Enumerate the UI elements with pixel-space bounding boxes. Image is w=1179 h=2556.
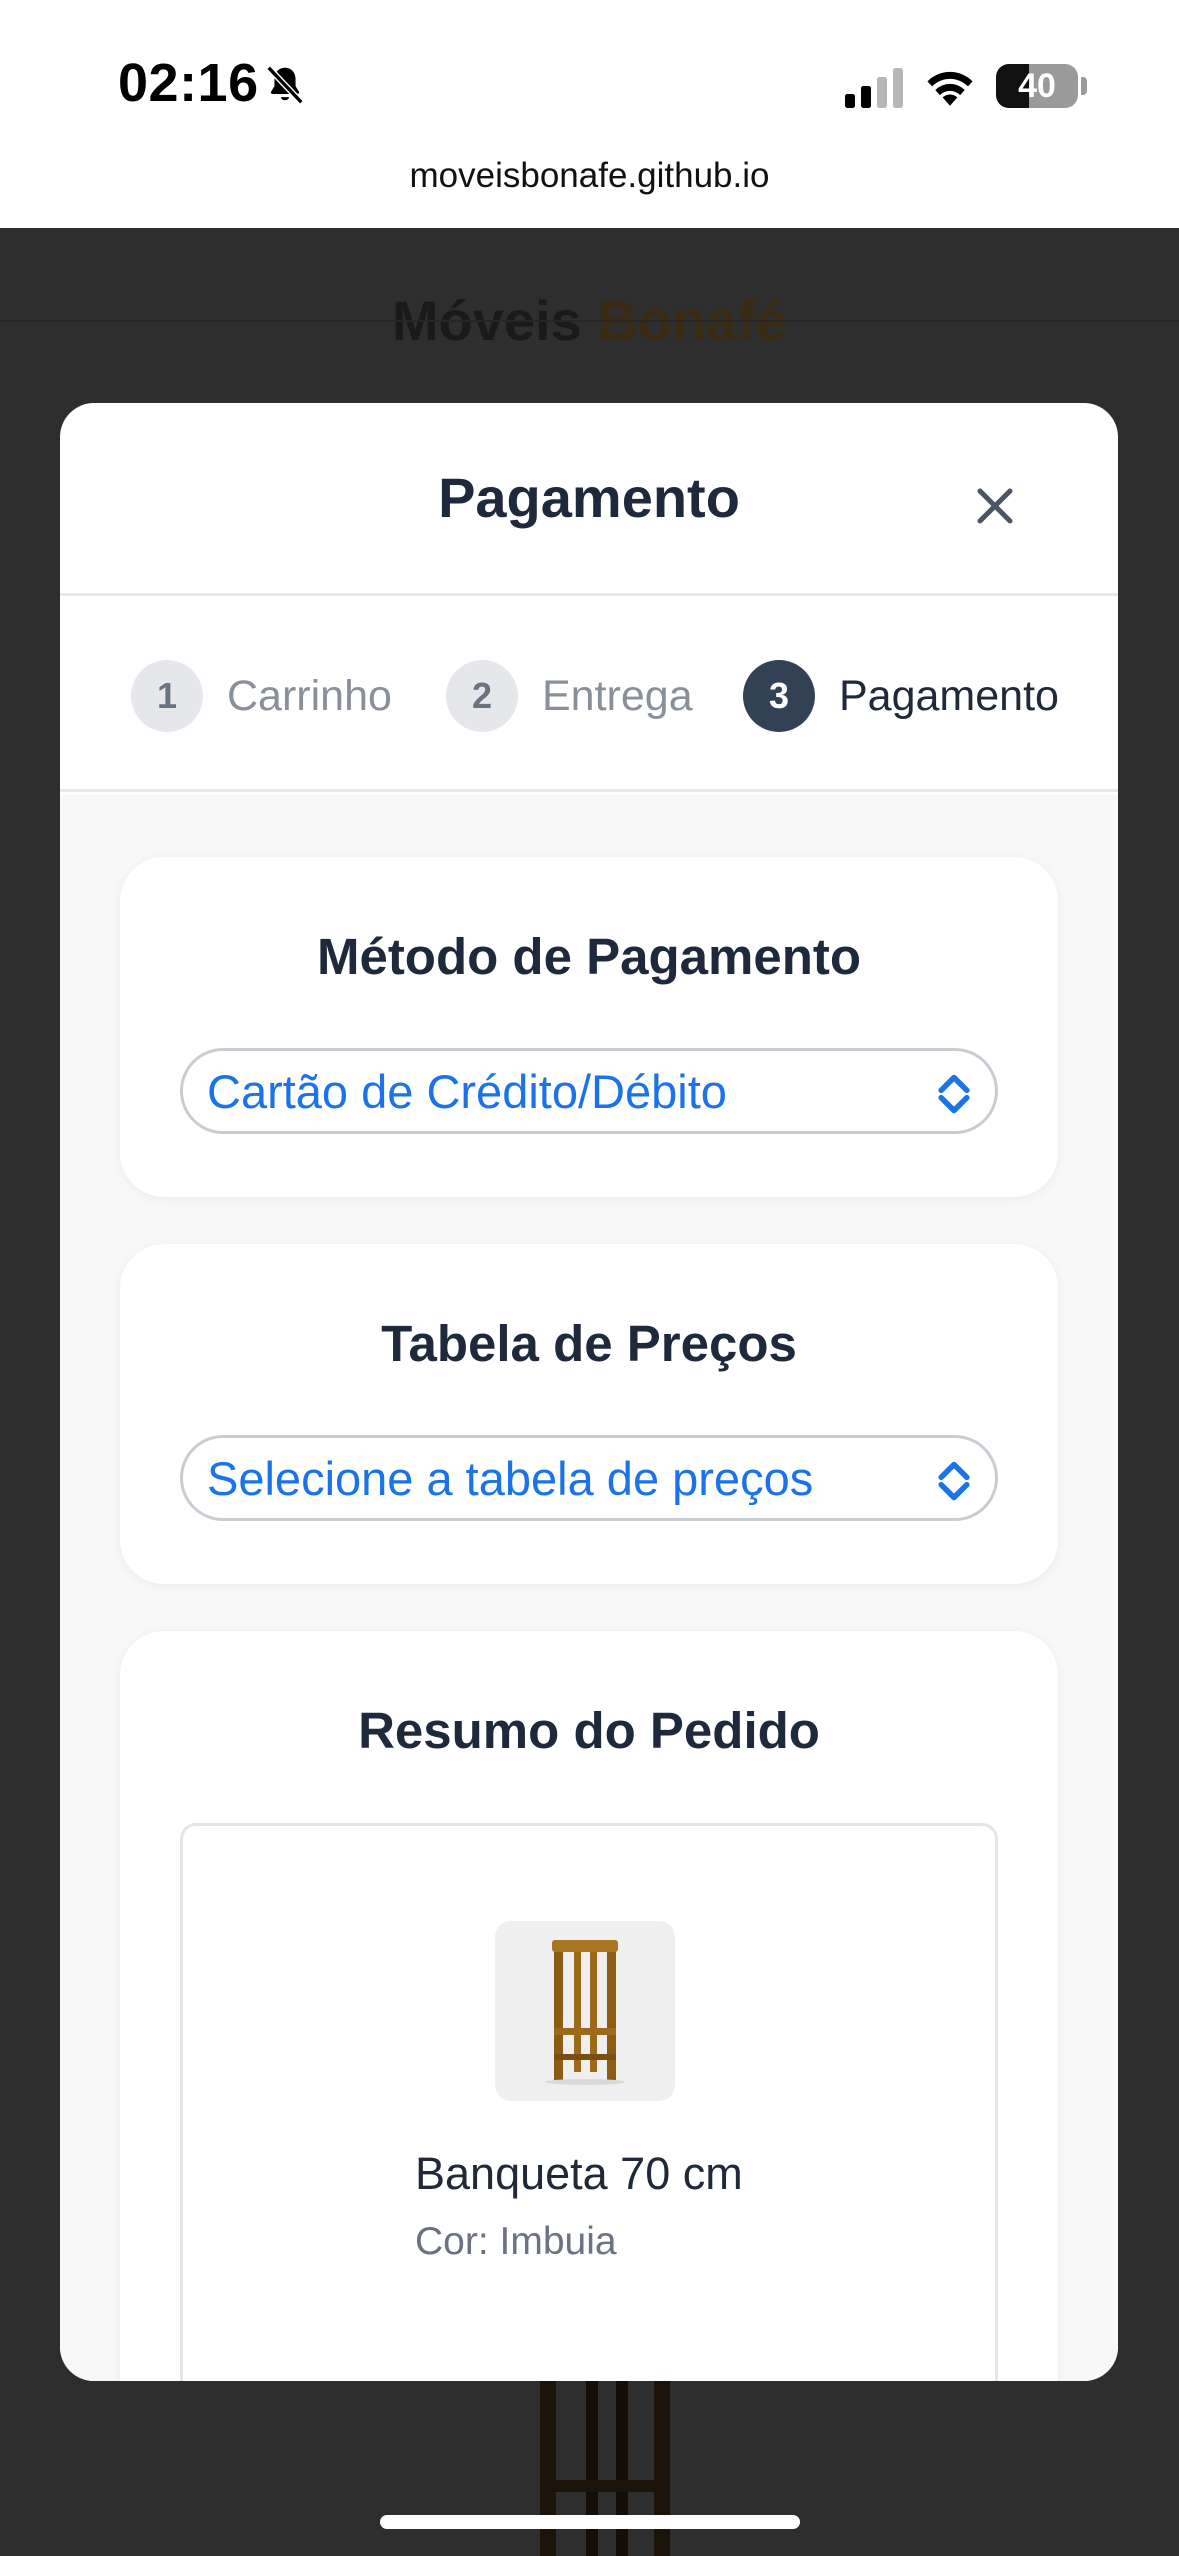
price-table-card: Tabela de Preços Selecione a tabela de p… <box>120 1244 1058 1584</box>
price-table-value: Selecione a tabela de preços <box>207 1451 814 1505</box>
order-item: Banqueta 70 cm Cor: Imbuia <box>180 1823 998 2381</box>
step-pagamento[interactable]: 3 Pagamento <box>743 660 1059 732</box>
step-carrinho[interactable]: 1 Carrinho <box>131 660 392 732</box>
background-header-divider <box>0 320 1179 322</box>
step-label: Pagamento <box>839 671 1059 720</box>
payment-modal: Pagamento 1 Carrinho 2 Entrega 3 Pagamen… <box>60 403 1118 2381</box>
payment-method-card: Método de Pagamento Cartão de Crédito/Dé… <box>120 857 1058 1197</box>
status-time: 02:16 <box>118 53 259 113</box>
price-table-title: Tabela de Preços <box>381 1315 797 1372</box>
step-number: 1 <box>131 660 203 732</box>
payment-method-value: Cartão de Crédito/Débito <box>207 1064 727 1118</box>
stool-image <box>545 1940 625 2085</box>
step-number: 3 <box>743 660 815 732</box>
product-image <box>495 1921 675 2101</box>
close-button[interactable] <box>960 471 1030 541</box>
close-icon <box>977 488 1013 524</box>
payment-method-title: Método de Pagamento <box>316 928 862 985</box>
modal-header: Pagamento <box>60 403 1118 596</box>
signal-icon <box>845 68 903 108</box>
order-summary-card: Resumo do Pedido Banqueta 70 cm Cor: Imb… <box>120 1631 1058 2381</box>
step-label: Entrega <box>542 671 693 720</box>
status-bar: 02:16 40 moveisbonafe.github.io <box>0 0 1179 228</box>
product-name: Banqueta 70 cm <box>415 2148 743 2199</box>
wifi-icon <box>927 71 973 106</box>
product-color: Cor: Imbuia <box>415 2220 617 2263</box>
step-number: 2 <box>446 660 518 732</box>
step-entrega[interactable]: 2 Entrega <box>446 660 693 732</box>
battery-level: 40 <box>1018 66 1056 105</box>
chevron-up-down-icon <box>938 1461 970 1501</box>
bell-slash-icon <box>266 65 304 105</box>
step-label: Carrinho <box>227 671 392 720</box>
battery-icon: 40 <box>996 64 1078 108</box>
url-bar[interactable]: moveisbonafe.github.io <box>0 156 1179 196</box>
battery-cap <box>1081 77 1087 95</box>
order-summary-title: Resumo do Pedido <box>358 1702 820 1759</box>
payment-method-select[interactable]: Cartão de Crédito/Débito <box>180 1048 998 1134</box>
modal-body[interactable]: Método de Pagamento Cartão de Crédito/Dé… <box>60 795 1118 2381</box>
chevron-up-down-icon <box>938 1074 970 1114</box>
home-indicator[interactable] <box>380 2515 800 2529</box>
price-table-select[interactable]: Selecione a tabela de preços <box>180 1435 998 1521</box>
checkout-steps: 1 Carrinho 2 Entrega 3 Pagamento <box>60 599 1118 792</box>
